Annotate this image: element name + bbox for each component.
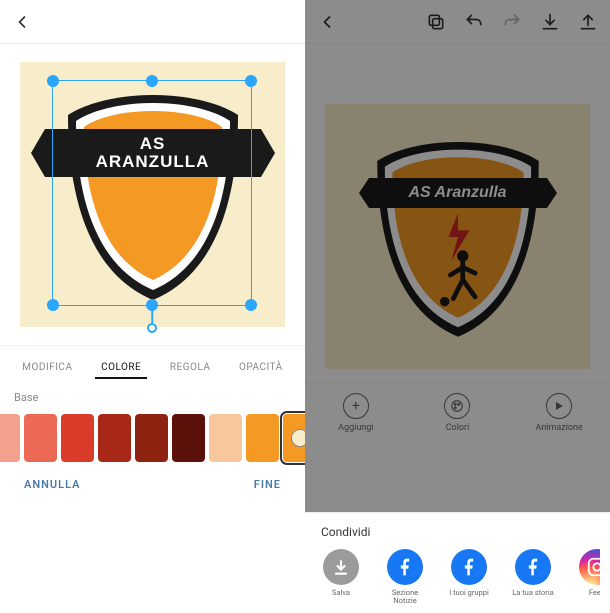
instagram-icon <box>579 549 600 585</box>
preview-shield-text: AS Aranzulla <box>408 184 506 202</box>
download-circle-icon <box>323 549 359 585</box>
download-icon[interactable] <box>540 12 560 32</box>
artboard[interactable]: AS ARANZULLA <box>20 62 285 327</box>
share-row: Salva Sezione Notizie I tuoi gruppi <box>315 549 600 606</box>
share-label: Feed <box>589 589 600 597</box>
back-icon[interactable] <box>12 12 32 32</box>
color-swatch[interactable] <box>172 414 205 462</box>
share-label: I tuoi gruppi <box>449 589 489 597</box>
share-sheet: Condividi Salva Sezione Notizie <box>305 512 610 613</box>
tool-colors-label: Colori <box>446 423 470 433</box>
share-ig-feed[interactable]: Feed <box>571 549 600 606</box>
preview-tools: + Aggiungi Colori Animazione <box>305 382 610 447</box>
color-swatches <box>0 408 305 468</box>
app-root: AS ARANZULLA MODIFICA <box>0 0 610 613</box>
color-swatch[interactable] <box>61 414 94 462</box>
play-icon <box>546 393 572 419</box>
resize-handle-bl[interactable] <box>47 299 59 311</box>
rotate-line <box>151 305 153 323</box>
base-label: Base <box>0 387 305 408</box>
color-swatch-selected[interactable] <box>283 414 305 462</box>
resize-handle-br[interactable] <box>245 299 257 311</box>
selection-box[interactable] <box>52 80 252 306</box>
share-fb-story[interactable]: La tua storia <box>507 549 559 606</box>
editor-bottom-actions: ANNULLA FINE <box>0 468 305 505</box>
color-swatch[interactable] <box>135 414 168 462</box>
facebook-icon <box>387 549 423 585</box>
tab-opacita[interactable]: OPACITÀ <box>233 358 289 379</box>
tool-animation-label: Animazione <box>535 423 582 433</box>
tool-colors[interactable]: Colori <box>427 393 487 433</box>
copy-icon[interactable] <box>426 12 446 32</box>
share-label: Salva <box>332 589 350 597</box>
tab-modifica[interactable]: MODIFICA <box>16 358 78 379</box>
color-swatch[interactable] <box>209 414 242 462</box>
color-swatch[interactable] <box>98 414 131 462</box>
canvas-area: AS ARANZULLA <box>0 44 305 346</box>
redo-icon[interactable] <box>502 12 522 32</box>
share-fb-news[interactable]: Sezione Notizie <box>379 549 431 606</box>
cancel-button[interactable]: ANNULLA <box>24 478 80 491</box>
done-button[interactable]: FINE <box>254 478 281 491</box>
facebook-icon <box>515 549 551 585</box>
swatch-preview-icon <box>291 429 306 447</box>
editor-panel: AS ARANZULLA MODIFICA <box>0 0 305 613</box>
resize-handle-tc[interactable] <box>146 75 158 87</box>
share-fb-groups[interactable]: I tuoi gruppi <box>443 549 495 606</box>
color-swatch[interactable] <box>246 414 279 462</box>
editor-tabs: MODIFICA COLORE REGOLA OPACITÀ <box>0 346 305 387</box>
preview-artboard: AS Aranzulla <box>325 104 590 369</box>
share-label: La tua storia <box>512 589 553 597</box>
palette-icon <box>444 393 470 419</box>
share-title: Condividi <box>315 525 600 539</box>
tab-colore[interactable]: COLORE <box>95 358 147 379</box>
color-swatch[interactable] <box>0 414 20 462</box>
share-icon[interactable] <box>578 12 598 32</box>
share-label: Sezione Notizie <box>392 589 418 606</box>
back-icon[interactable] <box>317 12 337 32</box>
plus-icon: + <box>343 393 369 419</box>
rotate-handle[interactable] <box>147 323 157 333</box>
tab-regola[interactable]: REGOLA <box>164 358 217 379</box>
undo-icon[interactable] <box>464 12 484 32</box>
tool-add[interactable]: + Aggiungi <box>326 393 386 433</box>
preview-shield: AS Aranzulla <box>363 132 553 342</box>
tool-animation[interactable]: Animazione <box>529 393 589 433</box>
preview-banner: AS Aranzulla <box>369 178 547 208</box>
color-swatch[interactable] <box>24 414 57 462</box>
preview-panel: AS Aranzulla + Aggiungi Colori Animaz <box>305 0 610 613</box>
resize-handle-tr[interactable] <box>245 75 257 87</box>
left-topbar <box>0 0 305 44</box>
tool-add-label: Aggiungi <box>338 423 373 433</box>
share-save[interactable]: Salva <box>315 549 367 606</box>
resize-handle-tl[interactable] <box>47 75 59 87</box>
right-topbar <box>305 0 610 44</box>
facebook-icon <box>451 549 487 585</box>
